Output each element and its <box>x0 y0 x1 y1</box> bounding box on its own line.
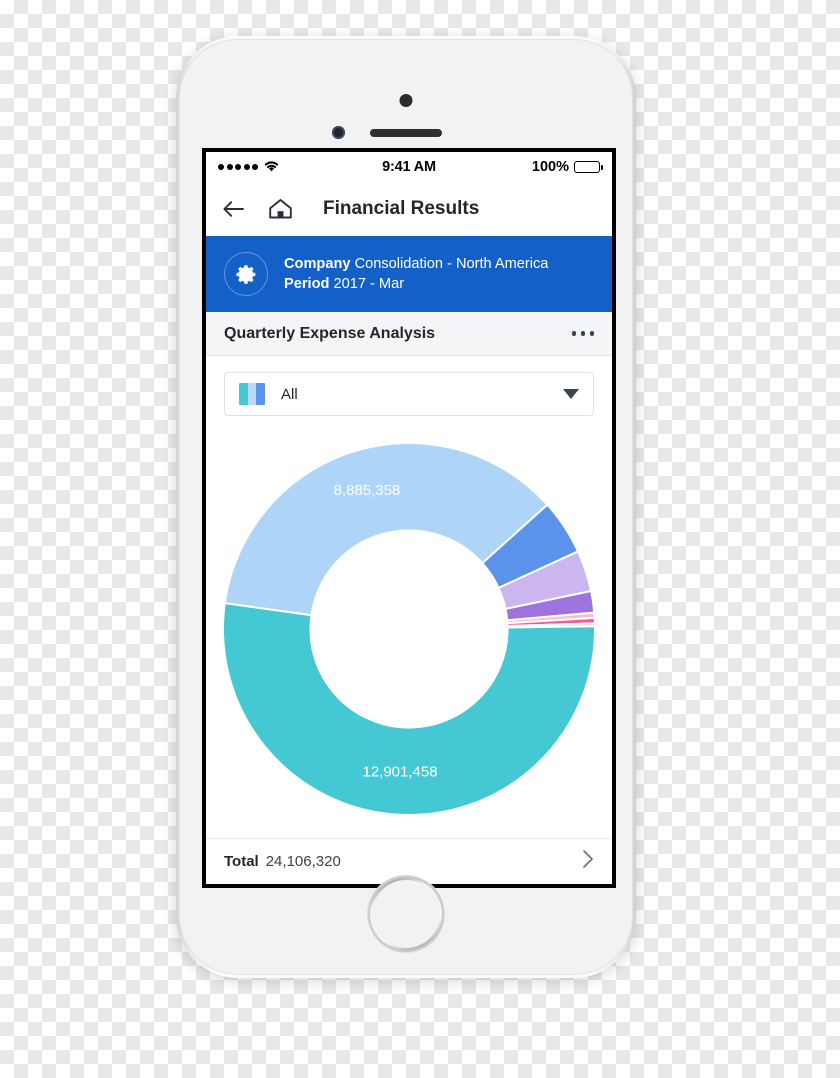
home-button-nav[interactable] <box>268 198 293 220</box>
chevron-down-icon[interactable] <box>563 389 579 399</box>
filter-row: All <box>206 356 612 420</box>
donut-slice-label: 12,901,458 <box>362 764 437 781</box>
status-bar-time: 9:41 AM <box>382 159 436 175</box>
wifi-icon <box>263 159 280 175</box>
status-bar-left <box>218 159 382 175</box>
card-header: Quarterly Expense Analysis <box>206 312 612 356</box>
home-button-hardware[interactable] <box>368 876 444 952</box>
measure-dropdown-value: All <box>281 385 298 403</box>
context-banner[interactable]: Company Consolidation - North America Pe… <box>206 236 612 312</box>
banner-period-label: Period <box>284 276 330 292</box>
banner-period-value: 2017 - Mar <box>333 276 405 292</box>
home-icon <box>269 199 292 219</box>
app-viewport: 9:41 AM 100% Financial Results Company C… <box>206 152 612 884</box>
front-camera-icon <box>332 126 345 139</box>
phone-screen: 9:41 AM 100% Financial Results Company C… <box>202 148 616 888</box>
status-bar: 9:41 AM 100% <box>206 152 612 182</box>
battery-full-icon <box>574 161 604 173</box>
arrow-left-icon <box>223 201 244 217</box>
total-value: 24,106,320 <box>265 853 341 870</box>
donut-slice-label: 8,885,358 <box>334 482 401 499</box>
battery-percent-label: 100% <box>531 159 570 175</box>
banner-line-company: Company Consolidation - North America <box>284 254 548 274</box>
banner-company-label: Company <box>284 255 351 272</box>
card-title: Quarterly Expense Analysis <box>224 324 436 342</box>
total-label: Total <box>224 853 259 870</box>
status-bar-right: 100% <box>436 159 604 175</box>
proximity-sensor-icon <box>399 94 413 107</box>
color-bars-icon <box>239 383 265 405</box>
signal-strength-icon <box>218 164 258 170</box>
donut-chart-svg[interactable]: 8,885,358 12,901,458 <box>220 440 598 818</box>
earpiece-speaker <box>370 129 442 137</box>
phone-device: 9:41 AM 100% Financial Results Company C… <box>176 36 636 978</box>
measure-dropdown[interactable]: All <box>224 372 594 416</box>
donut-chart[interactable]: 8,885,358 12,901,458 <box>206 420 612 838</box>
chevron-right-icon[interactable] <box>582 849 594 874</box>
phone-body: 9:41 AM 100% Financial Results Company C… <box>179 39 633 975</box>
gear-icon[interactable] <box>224 252 268 296</box>
banner-company-value: Consolidation - North America <box>354 255 549 272</box>
page-title: Financial Results <box>323 198 480 219</box>
donut-slice[interactable] <box>222 601 596 816</box>
back-button[interactable] <box>222 199 246 219</box>
banner-text-block: Company Consolidation - North America Pe… <box>284 254 548 294</box>
home-button-face <box>372 880 440 948</box>
kebab-menu-icon[interactable] <box>571 331 594 336</box>
banner-line-period: Period 2017 - Mar <box>284 274 548 294</box>
app-nav-bar: Financial Results <box>206 182 612 236</box>
